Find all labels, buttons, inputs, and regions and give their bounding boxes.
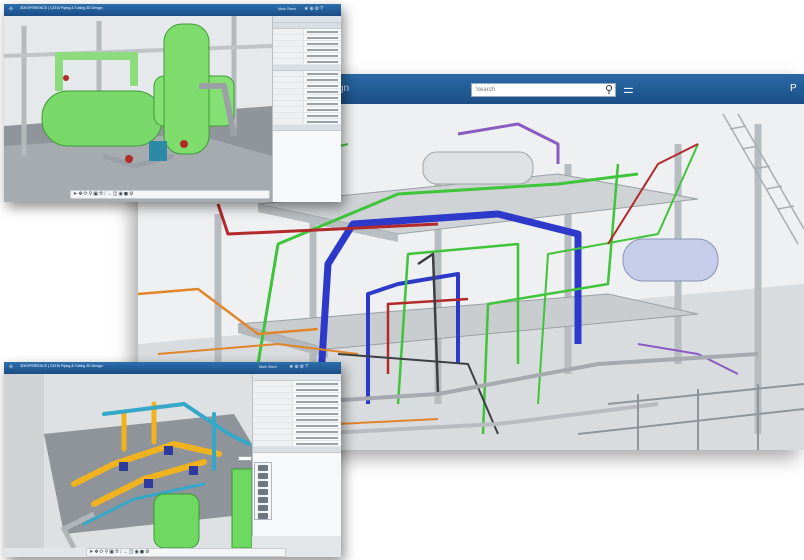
window-title: 3DEXPERIENCE | CATIA Piping & Tubing 3D … bbox=[20, 6, 103, 10]
section-icon[interactable]: ◫ bbox=[129, 549, 134, 556]
settings-icon[interactable]: ⚙ bbox=[129, 191, 133, 198]
select-icon[interactable]: ➤ bbox=[73, 191, 77, 198]
action-toolbar[interactable]: ➤ ✥ ⟳ ⚲ ▣ ⎊ ⧸ ↔ ◫ ◉ ◼ ⚙ bbox=[70, 190, 270, 199]
user-name[interactable]: Mark Olsen bbox=[259, 365, 277, 369]
piping-design-window-bottom: ✧ 3DEXPERIENCE | CATIA Piping & Tubing 3… bbox=[4, 362, 341, 557]
window-title-bar: ✧ 3DEXPERIENCE | CATIA Piping & Tubing 3… bbox=[4, 4, 341, 16]
palette-tool-icon[interactable] bbox=[258, 481, 268, 487]
search-input[interactable] bbox=[471, 83, 616, 97]
rotate-icon[interactable]: ⟳ bbox=[99, 549, 103, 556]
compass-icon[interactable]: ✧ bbox=[8, 6, 16, 14]
render-icon[interactable]: ◼ bbox=[140, 549, 144, 556]
action-toolbar[interactable]: ➤ ✥ ⟳ ⚲ ▣ ⎊ ⧸ ↔ ◫ ◉ ◼ ⚙ bbox=[86, 548, 286, 557]
pan-icon[interactable]: ✥ bbox=[94, 549, 98, 556]
settings-icon[interactable]: ⚙ bbox=[145, 549, 149, 556]
palette-tool-icon[interactable] bbox=[258, 473, 268, 479]
measure-icon[interactable]: ↔ bbox=[107, 191, 112, 198]
search-icon[interactable]: ⚲ bbox=[602, 83, 616, 97]
palette-tool-icon[interactable] bbox=[258, 505, 268, 511]
measure-icon[interactable]: ↔ bbox=[123, 549, 128, 556]
pan-icon[interactable]: ✥ bbox=[78, 191, 82, 198]
pipe-route-icon[interactable]: ⎊ bbox=[115, 549, 119, 556]
palette-tool-icon[interactable] bbox=[258, 465, 268, 471]
section-icon[interactable]: ◫ bbox=[113, 191, 118, 198]
palette-tool-icon[interactable] bbox=[258, 489, 268, 495]
3d-piping-viewport[interactable] bbox=[4, 374, 252, 548]
compass-icon[interactable]: ✧ bbox=[8, 364, 16, 372]
window-title: 3DEXPERIENCE | CATIA Piping & Tubing 3D … bbox=[20, 364, 103, 368]
select-icon[interactable]: ➤ bbox=[89, 549, 93, 556]
green-vessel bbox=[153, 493, 200, 548]
heat-exchanger bbox=[41, 90, 163, 147]
titlebar-tool-icons[interactable]: ★⊕⚙? bbox=[289, 364, 309, 370]
top-bar-right-label[interactable]: P bbox=[790, 83, 797, 94]
tag-icon[interactable]: ⚌ bbox=[623, 82, 637, 96]
palette-tag[interactable] bbox=[238, 456, 252, 461]
properties-panel bbox=[272, 16, 341, 202]
zoom-icon[interactable]: ⚲ bbox=[89, 191, 93, 198]
tool-palette[interactable] bbox=[254, 462, 272, 520]
3d-equipment-viewport[interactable] bbox=[4, 16, 272, 202]
piping-design-window-top: ✧ 3DEXPERIENCE | CATIA Piping & Tubing 3… bbox=[4, 4, 341, 202]
valve-icon[interactable]: ⧸ bbox=[104, 191, 106, 198]
fit-icon[interactable]: ▣ bbox=[109, 549, 114, 556]
zoom-icon[interactable]: ⚲ bbox=[105, 549, 109, 556]
user-name[interactable]: Mark Olsen bbox=[278, 7, 296, 11]
fit-icon[interactable]: ▣ bbox=[93, 191, 98, 198]
titlebar-tool-icons[interactable]: ★⊕⚙? bbox=[304, 6, 324, 12]
palette-tool-icon[interactable] bbox=[258, 513, 268, 519]
window-title-bar: ✧ 3DEXPERIENCE | CATIA Piping & Tubing 3… bbox=[4, 362, 341, 374]
pipe-route-icon[interactable]: ⎊ bbox=[99, 191, 103, 198]
view-icon[interactable]: ◉ bbox=[118, 191, 122, 198]
palette-tool-icon[interactable] bbox=[258, 497, 268, 503]
valve-icon[interactable]: ⧸ bbox=[120, 549, 122, 556]
render-icon[interactable]: ◼ bbox=[124, 191, 128, 198]
view-icon[interactable]: ◉ bbox=[134, 549, 138, 556]
vessel-horizontal bbox=[622, 238, 719, 282]
vessel-upper bbox=[422, 151, 534, 185]
rotate-icon[interactable]: ⟳ bbox=[83, 191, 87, 198]
